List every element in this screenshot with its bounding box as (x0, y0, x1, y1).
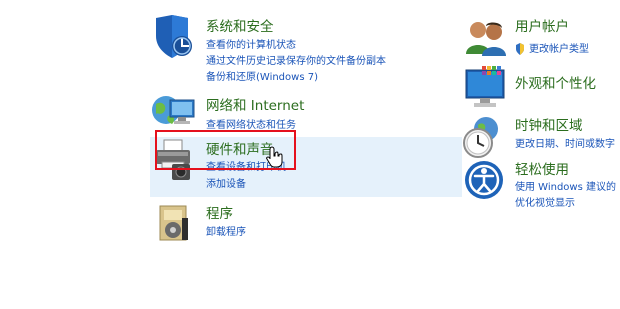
user-accounts-title[interactable]: 用户帐户 (515, 15, 569, 35)
view-network-status-link[interactable]: 查看网络状态和任务 (206, 116, 296, 131)
appearance-title[interactable]: 外观和个性化 (515, 72, 596, 92)
uac-shield-icon (515, 40, 525, 59)
programs-title[interactable]: 程序 (206, 202, 233, 222)
change-date-time-link[interactable]: 更改日期、时间或数字 (515, 135, 615, 150)
ease-of-access-icon (464, 160, 504, 204)
ease-of-access-title[interactable]: 轻松使用 (515, 158, 569, 178)
shield-icon (152, 14, 194, 64)
clock-region-title[interactable]: 时钟和区域 (515, 114, 583, 134)
add-device-link[interactable]: 添加设备 (206, 175, 246, 190)
users-icon (464, 20, 508, 60)
view-computer-status-link[interactable]: 查看你的计算机状态 (206, 36, 296, 51)
file-history-link[interactable]: 通过文件历史记录保存你的文件备份副本 (206, 52, 386, 67)
system-security-title[interactable]: 系统和安全 (206, 15, 274, 35)
monitor-colors-icon (464, 66, 508, 112)
clock-globe-icon (462, 115, 506, 163)
backup-restore-link[interactable]: 备份和还原(Windows 7) (206, 68, 318, 83)
optimize-display-link[interactable]: 优化视觉显示 (515, 194, 575, 209)
programs-disc-icon (156, 204, 192, 248)
uninstall-program-link[interactable]: 卸载程序 (206, 223, 246, 238)
hand-cursor-icon (266, 146, 284, 172)
change-account-type-link[interactable]: 更改帐户类型 (529, 40, 589, 55)
windows-suggest-link[interactable]: 使用 Windows 建议的 (515, 178, 616, 193)
network-internet-title[interactable]: 网络和 Internet (206, 94, 304, 114)
